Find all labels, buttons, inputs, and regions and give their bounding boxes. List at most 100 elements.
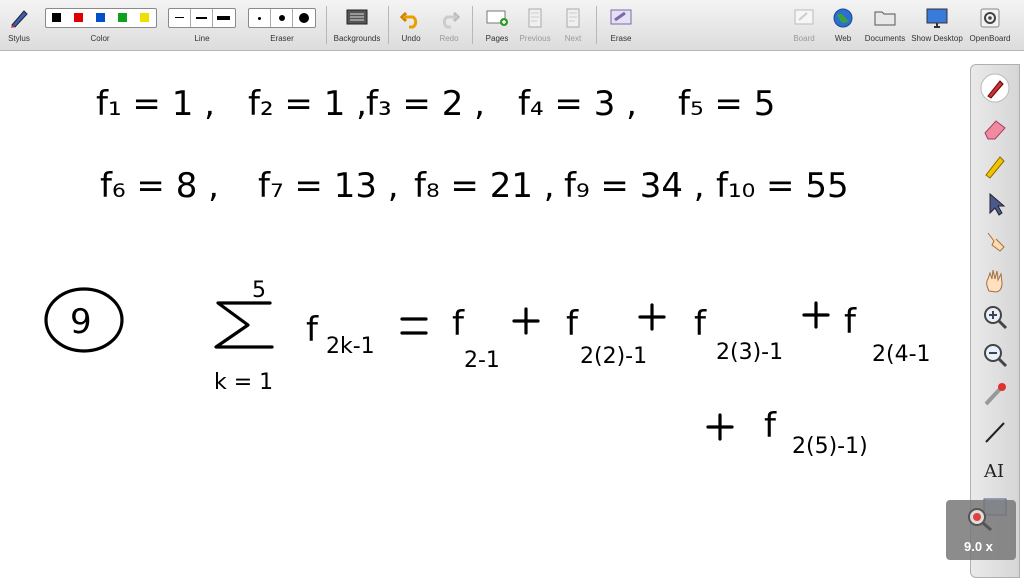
redo-button[interactable]: Redo (432, 3, 466, 47)
documents-label: Documents (864, 34, 906, 43)
backgrounds-icon (346, 9, 368, 25)
next-page-icon (566, 8, 580, 28)
term-2-sub: 2(2)-1 (580, 344, 647, 369)
add-page-icon (486, 10, 508, 26)
folder-icon (874, 11, 896, 26)
web-label: Web (834, 34, 852, 43)
stylus-icon (11, 10, 28, 28)
openboard-label: OpenBoard (969, 34, 1011, 43)
color-green[interactable] (118, 13, 127, 22)
sum-upper-limit: 5 (252, 278, 266, 303)
documents-button[interactable]: Documents (862, 3, 908, 47)
stylus-label: Stylus (8, 34, 30, 43)
term-5-f: f (764, 406, 777, 446)
previous-button[interactable]: Previous (516, 3, 554, 47)
eraser-label: Eraser (270, 34, 294, 43)
svg-text:AI: AI (983, 461, 1004, 482)
previous-page-icon (528, 8, 542, 28)
selector-tool-icon[interactable] (980, 189, 1010, 219)
toolbar: Stylus Color Line Eraser Backgrounds Und… (0, 0, 1024, 51)
color-blue[interactable] (96, 13, 105, 22)
web-button[interactable]: Web (826, 3, 860, 47)
interact-tool-icon[interactable] (980, 227, 1010, 257)
sum-term: f (306, 310, 319, 350)
plus-sign (512, 307, 540, 335)
note-f9: f₉ = 34 , (564, 166, 705, 206)
show-desktop-button[interactable]: Show Desktop (910, 3, 964, 47)
term-3-f: f (694, 304, 707, 344)
board-button[interactable]: Board (788, 3, 820, 47)
erase-icon (610, 9, 632, 25)
term-1-f: f (452, 304, 465, 344)
laser-pointer-icon[interactable] (980, 379, 1010, 409)
stylus-button[interactable]: Stylus (2, 3, 36, 47)
line-thick[interactable] (213, 9, 234, 27)
undo-label: Undo (401, 34, 421, 43)
undo-button[interactable]: Undo (394, 3, 428, 47)
term-2-f: f (566, 304, 579, 344)
hand-tool-icon[interactable] (980, 265, 1010, 295)
globe-icon (833, 8, 853, 28)
eraser-small[interactable] (249, 9, 271, 27)
backgrounds-button[interactable]: Backgrounds (330, 3, 384, 47)
line-tool-icon[interactable] (980, 417, 1010, 447)
toolbar-separator (388, 6, 389, 44)
color-red[interactable] (74, 13, 83, 22)
note-f2: f₂ = 1 , (248, 84, 367, 124)
color-yellow[interactable] (140, 13, 149, 22)
term-1-sub: 2-1 (464, 348, 500, 373)
zoom-out-icon[interactable] (980, 341, 1010, 371)
erase-button[interactable]: Erase (604, 3, 638, 47)
equals-sign (400, 317, 428, 335)
term-4-sub: 2(4-1 (872, 342, 931, 367)
gear-icon (980, 8, 1000, 28)
term-5-sub: 2(5)-1) (792, 434, 868, 459)
note-f6: f₆ = 8 , (100, 166, 219, 206)
zoom-in-icon[interactable] (980, 303, 1010, 333)
color-picker[interactable] (45, 8, 157, 28)
sum-subscript: 2k-1 (326, 334, 375, 359)
note-f7: f₇ = 13 , (258, 166, 399, 206)
note-f5: f₅ = 5 (678, 84, 775, 124)
note-f3: f₃ = 2 , (366, 84, 485, 124)
pages-button[interactable]: Pages (480, 3, 514, 47)
toolbar-separator (596, 6, 597, 44)
next-button[interactable]: Next (556, 3, 590, 47)
board-canvas[interactable]: f₁ = 1 , f₂ = 1 , f₃ = 2 , f₄ = 3 , f₅ =… (0, 51, 1024, 576)
erase-label: Erase (610, 34, 632, 43)
term-3-sub: 2(3)-1 (716, 340, 783, 365)
color-black[interactable] (52, 13, 61, 22)
board-icon (794, 9, 814, 25)
redo-icon (442, 11, 460, 29)
zoom-level: 9.0 x (964, 539, 993, 554)
plus-sign (706, 413, 734, 441)
line-width-picker[interactable] (168, 8, 236, 28)
pen-tool-icon[interactable] (980, 73, 1010, 103)
line-medium[interactable] (191, 9, 213, 27)
eraser-medium[interactable] (271, 9, 293, 27)
openboard-menu-button[interactable]: OpenBoard (966, 3, 1014, 47)
pages-label: Pages (485, 34, 509, 43)
board-label: Board (793, 34, 815, 43)
eraser-large[interactable] (293, 9, 314, 27)
note-f4: f₄ = 3 , (518, 84, 637, 124)
show-desktop-label: Show Desktop (911, 34, 963, 43)
text-tool-icon[interactable]: AI (980, 455, 1010, 485)
toolbar-separator (472, 6, 473, 44)
line-thin[interactable] (169, 9, 191, 27)
backgrounds-label: Backgrounds (333, 34, 381, 43)
line-label: Line (194, 34, 210, 43)
previous-label: Previous (519, 34, 551, 43)
note-f8: f₈ = 21 , (414, 166, 555, 206)
highlighter-tool-icon[interactable] (980, 151, 1010, 181)
eraser-tool-icon[interactable] (980, 113, 1010, 143)
color-label: Color (90, 34, 110, 43)
toolbar-separator (326, 6, 327, 44)
eraser-size-picker[interactable] (248, 8, 316, 28)
next-label: Next (564, 34, 582, 43)
plus-sign (638, 303, 666, 331)
redo-label: Redo (439, 34, 459, 43)
zoom-indicator: 9.0 x (946, 500, 1016, 560)
sum-lower-limit: k = 1 (214, 370, 273, 395)
handwriting-layer: f₁ = 1 , f₂ = 1 , f₃ = 2 , f₄ = 3 , f₅ =… (44, 84, 931, 459)
